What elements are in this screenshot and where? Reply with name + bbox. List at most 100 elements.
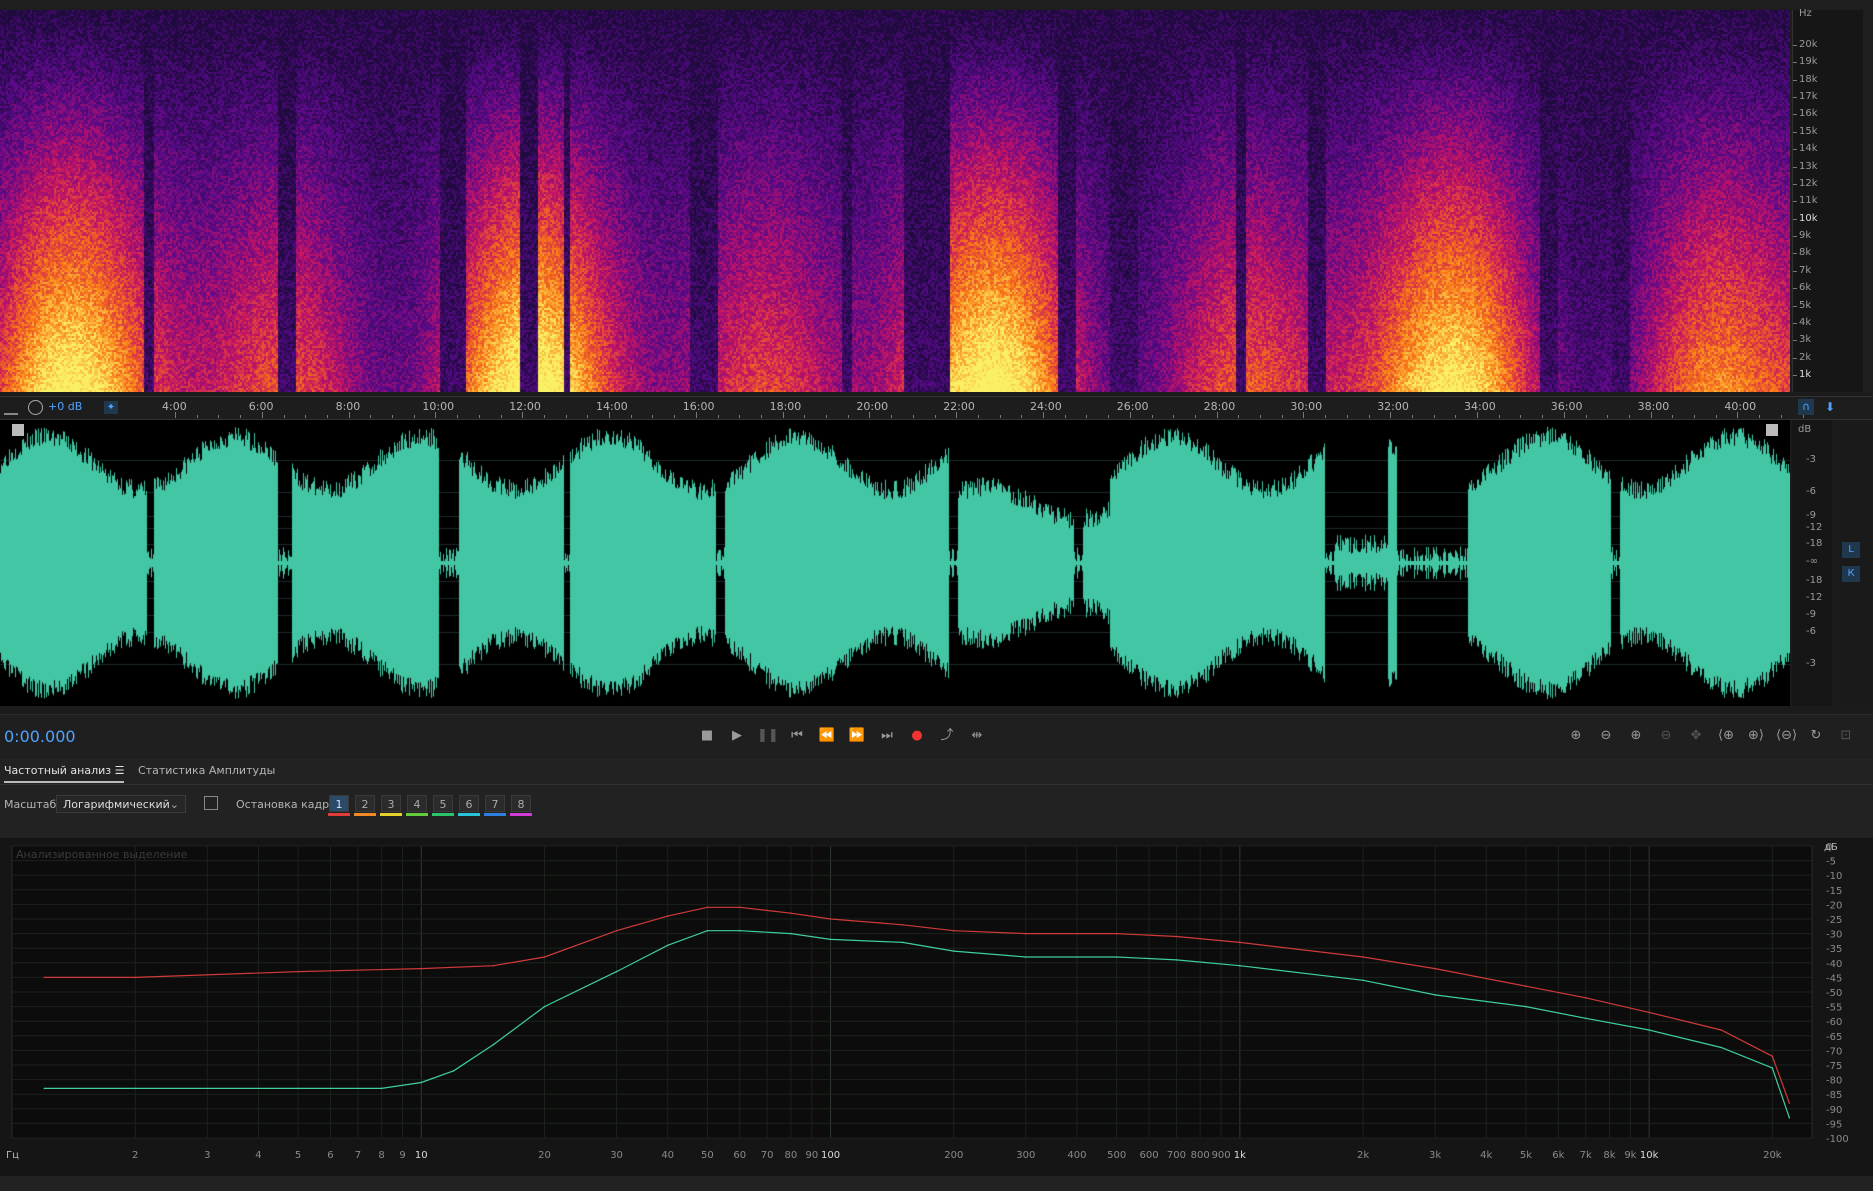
time-tick-mark bbox=[218, 415, 220, 418]
x-tick-label: 5k bbox=[1520, 1150, 1532, 1161]
loop-icon[interactable]: ⤴ bbox=[937, 728, 957, 744]
y-tick-label: -100 bbox=[1826, 1134, 1849, 1145]
zoom-in-left-icon[interactable]: ⟨⊕ bbox=[1716, 728, 1736, 744]
frequency-graph[interactable]: 2 3 4 5 6 7 8 9 10 20 30 40 50 60 70 80 90 100 200 300 400 50… bbox=[0, 838, 1873, 1176]
spectrum-point bbox=[1115, 956, 1118, 958]
freeze-frame-button-8[interactable]: 8 bbox=[511, 795, 531, 812]
skip-start-icon[interactable]: ⏮ bbox=[787, 728, 807, 744]
zoom-in-amplitude-icon[interactable]: ⊕ bbox=[1566, 728, 1586, 744]
current-time[interactable]: 0:00.000 bbox=[4, 727, 76, 746]
spectrum-point bbox=[1239, 964, 1241, 967]
freeze-frame-button-3[interactable]: 3 bbox=[381, 795, 401, 812]
db-tick-label: -18 bbox=[1806, 538, 1823, 549]
frequency-chart-svg[interactable]: 2 3 4 5 6 7 8 9 10 20 30 40 50 60 70 80 90 100 200 300 400 50… bbox=[0, 838, 1873, 1176]
play-icon[interactable]: ▶ bbox=[727, 728, 747, 744]
spectrum-point bbox=[1720, 1029, 1722, 1031]
spectrum-point bbox=[790, 932, 792, 935]
fast-forward-icon[interactable]: ⏩ bbox=[847, 728, 867, 744]
time-tick-label: 34:00 bbox=[1464, 400, 1496, 413]
time-tick-mark bbox=[1108, 415, 1110, 418]
skip-silence-icon[interactable]: ⇹ bbox=[967, 728, 987, 744]
copy-graph-icon[interactable] bbox=[204, 796, 218, 810]
pause-icon[interactable]: ❚❚ bbox=[757, 728, 779, 744]
scale-label: Масштаб: bbox=[4, 798, 60, 811]
channel-right-button[interactable]: К bbox=[1842, 566, 1860, 582]
time-tick-mark bbox=[1303, 412, 1305, 418]
analysis-panel: Частотный анализ ☰ Статистика Амплитуды … bbox=[0, 758, 1873, 1191]
record-icon[interactable]: ● bbox=[907, 728, 927, 744]
y-tick-label: -5 bbox=[1826, 857, 1836, 868]
time-tick-mark bbox=[1173, 415, 1175, 418]
channel-left-button[interactable]: L bbox=[1842, 542, 1860, 558]
db-tick-label: -∞ bbox=[1806, 556, 1818, 567]
zoom-in-right-icon[interactable]: ⊕⟩ bbox=[1746, 728, 1766, 744]
marker-pin-icon[interactable]: ⬇ bbox=[1822, 399, 1838, 415]
spectrum-point bbox=[829, 938, 832, 941]
fade-out-handle-icon[interactable] bbox=[1766, 424, 1778, 436]
time-tick-mark bbox=[1064, 415, 1066, 418]
freeze-frame-button-4[interactable]: 4 bbox=[407, 795, 427, 812]
time-tick-mark bbox=[934, 415, 936, 418]
time-tick-mark bbox=[847, 415, 849, 418]
x-tick-label: 900 bbox=[1212, 1150, 1231, 1161]
x-tick-label: 100 bbox=[821, 1150, 840, 1161]
spectrum-point bbox=[1788, 1102, 1791, 1104]
hz-tick: 17k bbox=[1793, 91, 1863, 109]
tab-amplitude-statistics[interactable]: Статистика Амплитуды bbox=[138, 764, 275, 781]
x-tick-label: 700 bbox=[1167, 1150, 1186, 1161]
x-tick-label: 40 bbox=[661, 1150, 674, 1161]
time-tick-label: 36:00 bbox=[1550, 400, 1583, 413]
skip-end-icon[interactable]: ⏭ bbox=[877, 728, 897, 744]
freeze-frame-button-1[interactable]: 1 bbox=[329, 795, 349, 812]
headphones-icon[interactable]: ∩ bbox=[1798, 399, 1814, 415]
time-ruler[interactable]: +0 dB ✦ 4:00 6:00 8:00 10:00 12:00 14:00 16:00… bbox=[0, 396, 1873, 420]
freeze-frame-button-5[interactable]: 5 bbox=[433, 795, 453, 812]
time-tick-mark bbox=[587, 415, 589, 418]
scale-dropdown[interactable]: Логарифмический ⌄ bbox=[56, 795, 186, 813]
spectrum-point bbox=[666, 915, 669, 917]
zoom-fit-icon[interactable]: ⊡ bbox=[1836, 728, 1856, 744]
zoom-reset-icon[interactable]: ↻ bbox=[1806, 728, 1826, 744]
panel-menu-icon[interactable]: ☰ bbox=[115, 764, 125, 777]
spectrum-point bbox=[1362, 956, 1364, 958]
volume-level[interactable]: +0 dB bbox=[48, 400, 82, 413]
y-tick-label: -65 bbox=[1826, 1032, 1842, 1043]
fade-in-handle-icon[interactable] bbox=[12, 424, 24, 436]
time-tick-label: 28:00 bbox=[1203, 400, 1236, 413]
spectrum-point bbox=[420, 967, 423, 970]
x-tick-label: 9k bbox=[1624, 1150, 1636, 1161]
time-tick-mark bbox=[652, 415, 654, 418]
hz-tick: 8k bbox=[1793, 247, 1863, 265]
zoom-out-amplitude-icon[interactable]: ⊖ bbox=[1596, 728, 1616, 744]
freeze-frame-color bbox=[380, 813, 402, 816]
stop-icon[interactable]: ■ bbox=[697, 728, 717, 744]
overlay-label: Анализированное выделение bbox=[16, 848, 188, 861]
time-tick-mark bbox=[609, 412, 610, 418]
zoom-out-full-icon[interactable]: ⟨⊖⟩ bbox=[1776, 728, 1797, 744]
time-tick-mark bbox=[478, 415, 480, 418]
spectrum-point bbox=[452, 1070, 455, 1072]
time-tick-mark bbox=[630, 415, 632, 418]
freeze-frame-button-2[interactable]: 2 bbox=[355, 795, 375, 812]
y-tick-label: -15 bbox=[1826, 886, 1842, 897]
zoom-selection-icon[interactable]: ✥ bbox=[1686, 728, 1706, 744]
zoom-out-time-icon[interactable]: ⊖ bbox=[1656, 728, 1676, 744]
waveform-canvas[interactable] bbox=[0, 420, 1790, 706]
time-tick-mark bbox=[977, 415, 979, 418]
spectrogram-canvas[interactable] bbox=[0, 10, 1790, 392]
hz-tick: 1k bbox=[1793, 369, 1863, 387]
pin-icon[interactable]: ✦ bbox=[104, 401, 118, 414]
spectrum-point bbox=[543, 1005, 546, 1008]
x-tick-label: 10 bbox=[415, 1150, 428, 1161]
freeze-frame-button-7[interactable]: 7 bbox=[485, 795, 505, 812]
spectrum-point bbox=[297, 1087, 299, 1090]
volume-knob-icon[interactable] bbox=[28, 400, 43, 415]
time-tick-mark bbox=[196, 415, 198, 418]
time-tick-mark bbox=[1325, 415, 1327, 418]
freeze-frame-button-6[interactable]: 6 bbox=[459, 795, 479, 812]
hz-tick: 13k bbox=[1793, 161, 1863, 179]
rewind-icon[interactable]: ⏪ bbox=[817, 728, 837, 744]
zoom-in-time-icon[interactable]: ⊕ bbox=[1626, 728, 1646, 744]
y-tick-label: -25 bbox=[1826, 915, 1842, 926]
tab-frequency-analysis[interactable]: Частотный анализ ☰ bbox=[4, 764, 125, 783]
